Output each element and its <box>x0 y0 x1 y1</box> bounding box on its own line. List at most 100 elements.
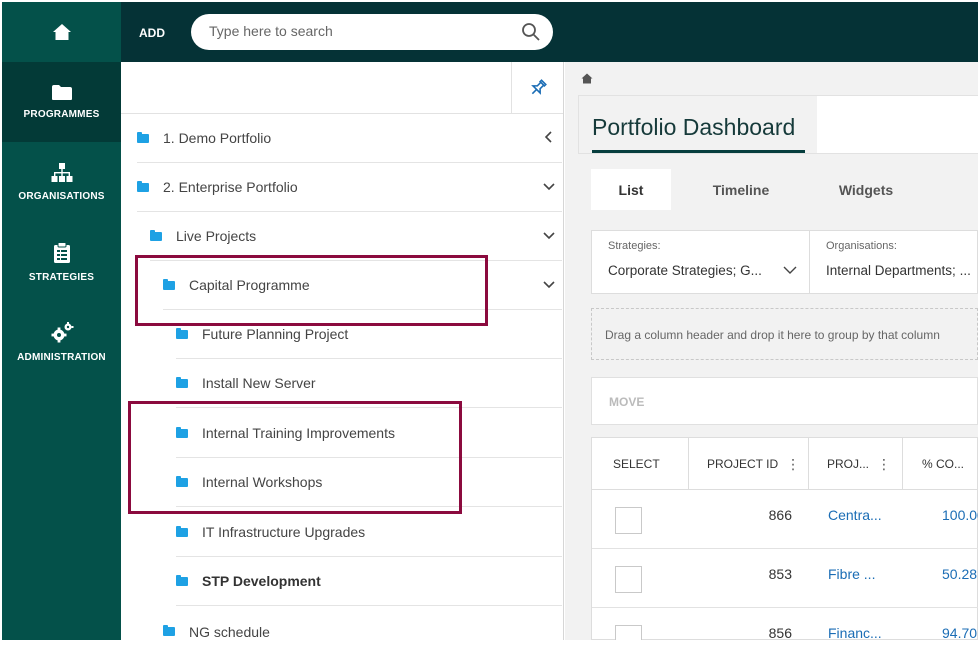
folder-icon <box>176 525 188 537</box>
move-button[interactable]: MOVE <box>609 395 644 409</box>
table-row[interactable]: 856 Financ... 94.70 <box>592 608 978 640</box>
tree-row-stp-development[interactable]: STP Development <box>176 557 562 606</box>
percent-complete-cell: 50.28 <box>942 566 978 582</box>
project-grid: SELECT PROJECT ID ⋮ PROJ... ⋮ % CO... 86… <box>591 437 978 640</box>
column-menu-icon[interactable]: ⋮ <box>877 457 891 471</box>
tree-row-live-projects[interactable]: Live Projects <box>150 212 562 261</box>
project-id-cell: 853 <box>768 566 792 582</box>
home-icon[interactable] <box>581 73 593 84</box>
tree-header <box>121 62 563 114</box>
column-header-label: SELECT <box>613 457 660 471</box>
home-icon <box>52 24 71 40</box>
project-name-link[interactable]: Fibre ... <box>828 566 875 582</box>
column-header-project-id[interactable]: PROJECT ID ⋮ <box>689 438 809 490</box>
move-bar: MOVE <box>591 377 978 425</box>
folder-icon <box>137 131 149 143</box>
nav-organisations-label: ORGANISATIONS <box>18 190 105 202</box>
highlight-box <box>135 255 488 326</box>
column-header-percent-complete[interactable]: % CO... <box>903 438 978 490</box>
left-nav-rail: PROGRAMMES ORGANISATIONS STRATEGIES ADMI… <box>2 2 121 640</box>
strategies-filter[interactable]: Strategies: Corporate Strategies; G... <box>592 231 810 293</box>
add-button[interactable]: ADD <box>139 26 165 40</box>
tab-list[interactable]: List <box>591 169 671 210</box>
nav-organisations[interactable]: ORGANISATIONS <box>2 142 121 222</box>
project-name-link[interactable]: Financ... <box>828 625 882 640</box>
search-icon[interactable] <box>521 22 541 42</box>
folder-icon <box>150 229 162 241</box>
title-tab[interactable]: Portfolio Dashboard <box>579 96 817 153</box>
folder-icon <box>176 327 188 339</box>
tab-timeline[interactable]: Timeline <box>671 169 811 210</box>
chevron-down-icon[interactable] <box>542 179 556 193</box>
filter-bar: Strategies: Corporate Strategies; G... O… <box>591 230 978 294</box>
row-select-checkbox[interactable] <box>615 507 642 534</box>
filter-value: Corporate Strategies; G... <box>608 263 762 278</box>
folder-icon <box>51 85 72 100</box>
row-select-checkbox[interactable] <box>615 566 642 593</box>
search-box[interactable] <box>191 14 553 50</box>
grid-header: SELECT PROJECT ID ⋮ PROJ... ⋮ % CO... <box>592 438 978 490</box>
group-drop-zone[interactable]: Drag a column header and drop it here to… <box>591 308 978 360</box>
page-title: Portfolio Dashboard <box>592 114 796 140</box>
clipboard-icon <box>53 241 70 263</box>
chevron-down-icon[interactable] <box>542 277 556 291</box>
title-underline <box>592 150 805 153</box>
gears-icon <box>51 321 73 342</box>
folder-icon <box>137 180 149 192</box>
view-tabs: List Timeline Widgets <box>591 169 921 210</box>
column-header-label: % CO... <box>922 457 965 471</box>
column-header-select[interactable]: SELECT <box>592 438 689 490</box>
org-chart-icon <box>51 162 72 182</box>
nav-strategies-label: STRATEGIES <box>28 271 95 283</box>
folder-icon <box>176 574 188 586</box>
tree-row-label: IT Infrastructure Upgrades <box>202 524 366 540</box>
column-header-label: PROJ... <box>827 457 870 471</box>
filter-label: Strategies: <box>608 240 661 252</box>
tab-widgets[interactable]: Widgets <box>811 169 921 210</box>
table-row[interactable]: 853 Fibre ... 50.28 <box>592 549 978 608</box>
percent-complete-cell: 100.00 <box>942 507 978 523</box>
project-id-cell: 866 <box>768 507 792 523</box>
tree-row-it-infrastructure[interactable]: IT Infrastructure Upgrades <box>176 508 562 557</box>
chevron-down-icon[interactable] <box>783 265 797 275</box>
table-row[interactable]: 866 Centra... 100.00 <box>592 490 978 549</box>
highlight-box <box>128 401 462 514</box>
title-bar: Portfolio Dashboard <box>578 95 978 154</box>
tree-row-label: Install New Server <box>202 375 316 391</box>
organisations-filter[interactable]: Organisations: Internal Departments; ... <box>810 231 977 293</box>
percent-complete-cell: 94.70 <box>942 625 978 640</box>
tree-row-label: Live Projects <box>176 228 257 244</box>
column-header-project-name[interactable]: PROJ... ⋮ <box>809 438 903 490</box>
tree-row-ng-schedule[interactable]: NG schedule <box>163 607 562 645</box>
chevron-left-icon[interactable] <box>542 130 556 144</box>
project-name-link[interactable]: Centra... <box>828 507 882 523</box>
nav-administration[interactable]: ADMINISTRATION <box>2 302 121 382</box>
chevron-down-icon[interactable] <box>542 228 556 242</box>
tree-row-label: STP Development <box>202 573 321 589</box>
top-bar: ADD <box>121 2 978 62</box>
tree-row-label: 1. Demo Portfolio <box>163 130 272 146</box>
row-select-checkbox[interactable] <box>615 625 642 640</box>
tree-row-enterprise-portfolio[interactable]: 2. Enterprise Portfolio <box>137 163 562 212</box>
nav-programmes-label: PROGRAMMES <box>23 109 100 120</box>
nav-administration-label: ADMINISTRATION <box>17 351 106 363</box>
tree-row-label: NG schedule <box>189 623 270 640</box>
nav-programmes[interactable]: PROGRAMMES <box>2 62 121 142</box>
tree-row-label: 2. Enterprise Portfolio <box>163 179 298 195</box>
column-header-label: PROJECT ID <box>707 457 779 471</box>
pin-button[interactable] <box>511 62 564 114</box>
dashboard-main: Portfolio Dashboard List Timeline Widget… <box>565 62 978 640</box>
search-input[interactable] <box>209 23 509 39</box>
column-menu-icon[interactable]: ⋮ <box>786 457 800 471</box>
project-id-cell: 856 <box>768 625 792 640</box>
filter-value: Internal Departments; ... <box>826 263 971 278</box>
nav-strategies[interactable]: STRATEGIES <box>2 222 121 302</box>
folder-icon <box>163 625 175 636</box>
home-button[interactable] <box>2 2 121 62</box>
tree-row-label: Future Planning Project <box>202 326 349 342</box>
tree-row-demo-portfolio[interactable]: 1. Demo Portfolio <box>137 114 562 163</box>
project-tree-panel: 1. Demo Portfolio 2. Enterprise Portfoli… <box>121 62 564 640</box>
pin-icon <box>531 79 547 95</box>
filter-label: Organisations: <box>826 240 897 252</box>
folder-icon <box>176 376 188 388</box>
